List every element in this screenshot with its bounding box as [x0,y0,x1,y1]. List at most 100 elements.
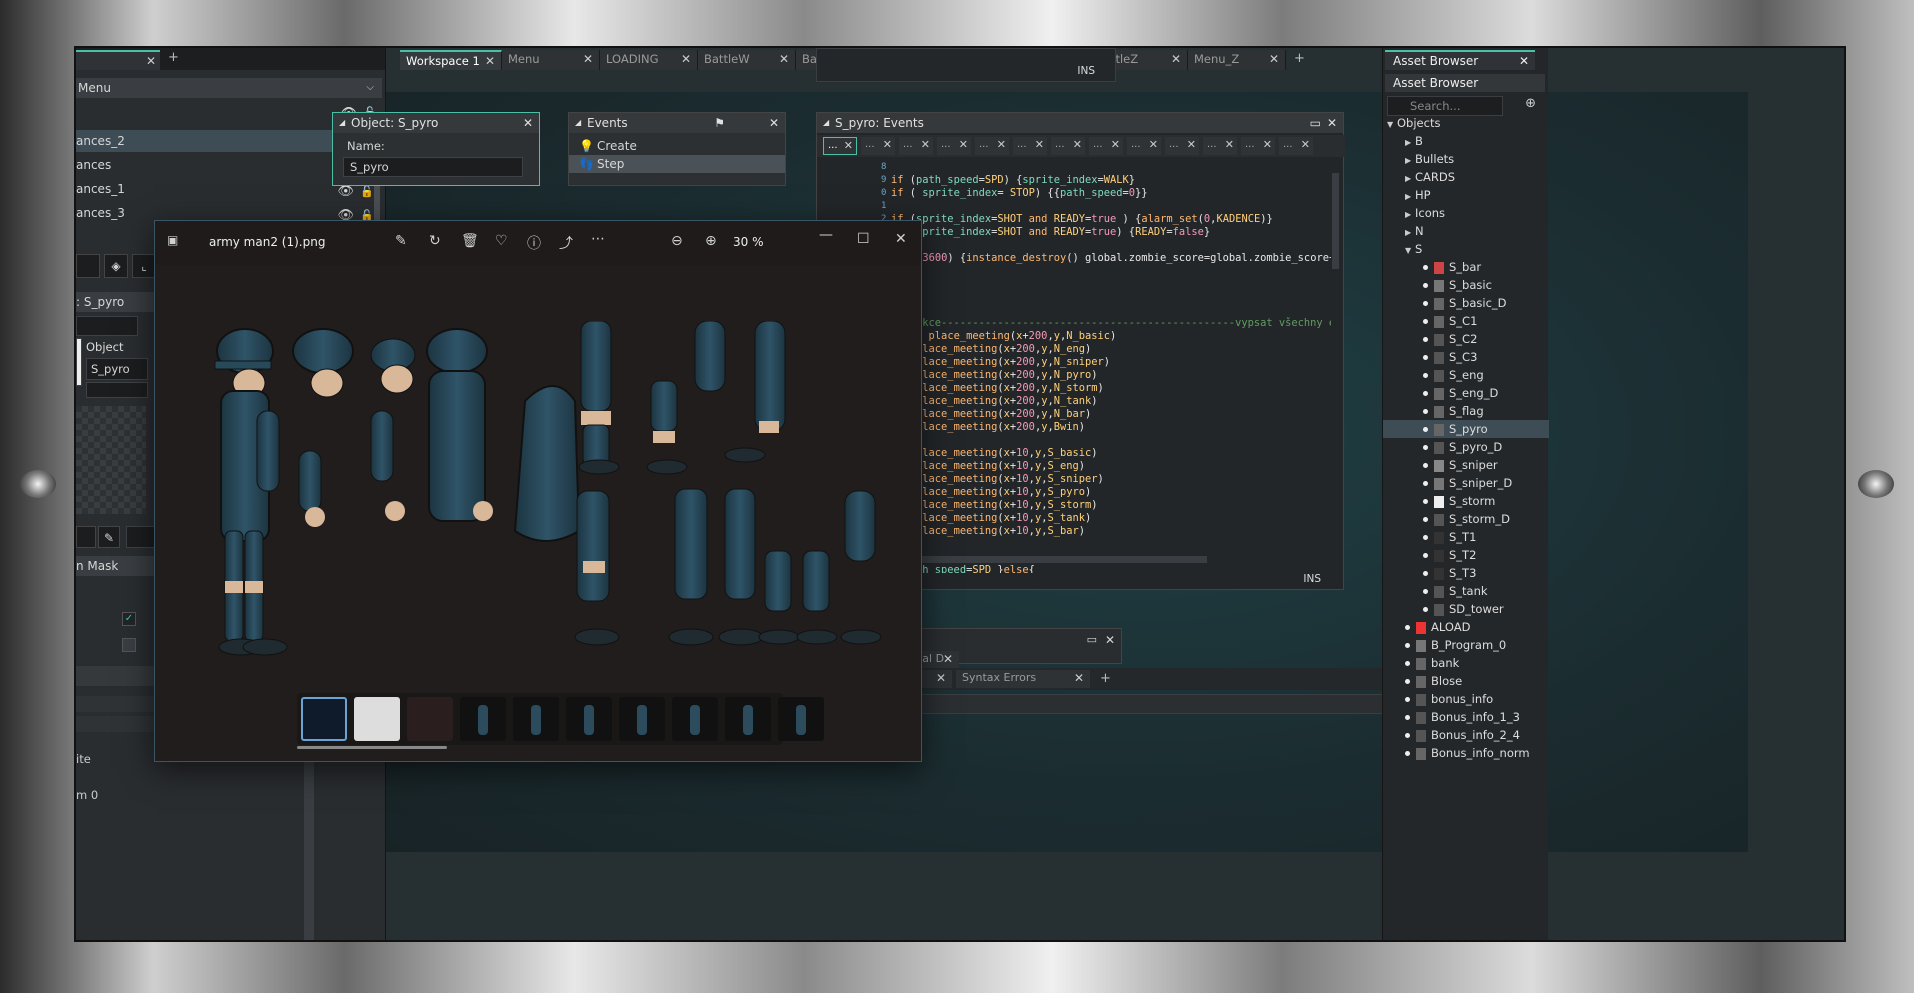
code-line[interactable]: || place_meeting(x+10,y,S_basic) [891,447,1331,460]
collapse-icon[interactable]: ◢ [575,113,581,133]
filter-input[interactable] [76,316,138,336]
code-line[interactable]: || place_meeting(x+10,y,S_storm) [891,499,1331,512]
tree-item[interactable]: S_C1 [1383,312,1549,330]
close-icon[interactable]: ✕ [1171,50,1181,68]
code-event-tab[interactable]: ... ✕ [1051,137,1085,155]
workspace-tab[interactable]: Menu_Z ✕ [1188,50,1286,70]
tree-folder[interactable]: ▶ CARDS [1383,168,1549,186]
tree-item[interactable]: bonus_info [1383,690,1549,708]
favorite-icon[interactable]: ♡ [495,233,508,249]
tree-item[interactable]: S_storm [1383,492,1549,510]
code-event-tab[interactable]: ... ✕ [1089,137,1123,155]
tree-item[interactable]: S_tank [1383,582,1549,600]
close-icon[interactable]: ✕ [1327,113,1337,133]
filmstrip-thumbnail[interactable] [513,697,559,741]
object-sub-field[interactable] [86,382,148,398]
code-line[interactable] [891,265,1331,278]
left-scrollbar[interactable] [304,742,314,940]
tree-folder[interactable]: ▶ Icons [1383,204,1549,222]
tree-item[interactable]: SD_tower [1383,600,1549,618]
filmstrip-thumbnail[interactable] [301,697,347,741]
close-icon[interactable]: ✕ [1301,137,1310,153]
close-icon[interactable]: ✕ [921,137,930,153]
code-event-tab[interactable]: ... ✕ [1013,137,1047,155]
tree-item[interactable]: S_basic [1383,276,1549,294]
code-event-tab[interactable]: ... ✕ [937,137,971,155]
code-line[interactable]: || place_meeting(x+10,y,S_eng) [891,460,1331,473]
workspace-tab[interactable]: Workspace 1 ✕ [400,50,502,70]
filmstrip-scrollbar[interactable] [297,746,447,749]
event-item[interactable]: 👣 Step [569,155,785,173]
tree-item[interactable]: S_storm_D [1383,510,1549,528]
code-event-tab[interactable]: ... ✕ [1165,137,1199,155]
close-icon[interactable]: ✕ [844,138,853,154]
tool-slot[interactable] [76,526,96,548]
add-tab-icon[interactable]: + [168,50,179,65]
close-icon[interactable]: ✕ [523,113,533,133]
tree-item[interactable]: S_basic_D [1383,294,1549,312]
code-line[interactable]: || place_meeting(x+200,y,N_pyro) [891,369,1331,382]
filmstrip-thumbnail[interactable] [566,697,612,741]
add-tab-icon[interactable]: + [1100,671,1111,686]
code-line[interactable] [891,291,1331,304]
maximize-icon[interactable]: ▭ [1087,633,1097,646]
tree-item[interactable]: S_T1 [1383,528,1549,546]
tree-item[interactable]: ALOAD [1383,618,1549,636]
share-icon[interactable]: ⤴ [559,233,573,253]
tree-item[interactable]: S_sniper [1383,456,1549,474]
code-horizontal-scrollbar[interactable] [907,556,1207,563]
tree-folder[interactable]: ▶ HP [1383,186,1549,204]
code-event-tab[interactable]: ... ✕ [1279,137,1313,155]
tree-item[interactable]: S_sniper_D [1383,474,1549,492]
tree-item[interactable]: S_bar [1383,258,1549,276]
code-line[interactable]: || place_meeting(x+200,y,N_tank) [891,395,1331,408]
tree-item[interactable]: S_T2 [1383,546,1549,564]
close-icon[interactable]: ✕ [1073,137,1082,153]
code-line[interactable]: || place_meeting(x+200,y,N_bar) [891,408,1331,421]
asset-browser-tab[interactable]: Asset Browser ✕ [1385,50,1535,70]
code-line[interactable]: || place_meeting(x+10,y,S_sniper) [891,473,1331,486]
filmstrip-thumbnail[interactable] [778,697,824,741]
code-event-tab[interactable]: ... ✕ [899,137,933,155]
filmstrip-thumbnail[interactable] [407,697,453,741]
add-tab-icon[interactable]: + [1294,51,1305,66]
code-line[interactable]: //reakce--------------------------------… [891,317,1331,330]
code-line[interactable]: if (path_speed=SPD) {sprite_index=WALK} [891,174,1331,187]
checkbox-unchecked[interactable] [122,638,136,652]
close-icon[interactable]: ✕ [1074,670,1084,686]
gallery-icon[interactable]: ▣ [167,233,178,247]
code-line[interactable] [891,304,1331,317]
tree-item[interactable]: S_T3 [1383,564,1549,582]
close-icon[interactable]: ✕ [1111,137,1120,153]
object-value-field[interactable]: S_pyro [86,358,148,380]
code-line[interactable] [891,161,1331,174]
close-icon[interactable]: ✕ [936,670,946,686]
rotate-icon[interactable]: ↻ [429,233,441,249]
tree-folder[interactable]: ▼ Objects [1383,114,1549,132]
close-icon[interactable]: ✕ [1225,137,1234,153]
brush-icon[interactable]: ✎ [98,526,120,548]
close-icon[interactable]: ✕ [485,52,495,70]
code-event-tab[interactable]: ... ✕ [861,137,895,155]
workspace-tab[interactable]: Menu ✕ [502,50,600,70]
close-icon[interactable]: ✕ [943,651,953,667]
minimize-icon[interactable]: — [819,227,833,243]
corner-tool-icon[interactable]: ⌞ [132,254,156,278]
close-icon[interactable]: ✕ [1519,52,1529,70]
edit-icon[interactable]: ✎ [395,233,407,249]
filmstrip-thumbnail[interactable] [672,697,718,741]
tree-item[interactable]: S_flag [1383,402,1549,420]
code-line[interactable]: if ( sprite_index= STOP) {{path_speed=0}… [891,187,1331,200]
collapse-icon[interactable]: ◢ [339,113,345,133]
close-icon[interactable]: ✕ [769,113,779,133]
tree-item[interactable]: S_pyro [1383,420,1549,438]
close-icon[interactable]: ✕ [1035,137,1044,153]
output-tab-syntax-errors[interactable]: Syntax Errors ✕ [956,670,1090,688]
code-text[interactable]: if (path_speed=SPD) {sprite_index=WALK} i… [891,161,1331,573]
code-vertical-scrollbar[interactable] [1332,173,1339,269]
tree-item[interactable]: Bonus_info_1_3 [1383,708,1549,726]
close-icon[interactable]: ✕ [1105,633,1115,647]
code-line[interactable] [891,239,1331,252]
tree-item[interactable]: S_pyro_D [1383,438,1549,456]
tree-item[interactable]: S_C3 [1383,348,1549,366]
